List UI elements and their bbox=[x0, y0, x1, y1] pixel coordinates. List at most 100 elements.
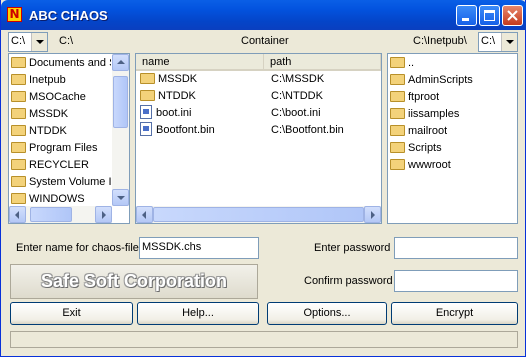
right-folder-tree[interactable]: .. AdminScripts ftproot iissamples mailroot S… bbox=[387, 53, 518, 224]
left-horizontal-scrollbar[interactable] bbox=[9, 206, 112, 223]
list-item-label: Program Files bbox=[29, 142, 98, 154]
folder-icon bbox=[390, 73, 405, 85]
list-item-label: MSSDK bbox=[29, 108, 69, 120]
folder-icon bbox=[11, 124, 26, 136]
maximize-button[interactable] bbox=[479, 5, 500, 26]
folder-icon bbox=[11, 73, 26, 85]
list-item[interactable]: AdminScripts bbox=[390, 72, 473, 89]
list-item[interactable]: Program Files bbox=[11, 140, 111, 157]
confirm-password-input[interactable] bbox=[394, 270, 518, 292]
list-item-label: NTDDK bbox=[158, 90, 196, 102]
list-item-label: iissamples bbox=[408, 108, 460, 120]
folder-icon bbox=[11, 107, 26, 119]
exit-button[interactable]: Exit bbox=[10, 302, 133, 325]
folder-icon bbox=[11, 56, 26, 68]
file-icon bbox=[140, 122, 152, 137]
list-item[interactable]: ftproot bbox=[390, 89, 439, 106]
list-item-label: MSSDK bbox=[158, 73, 198, 85]
left-vertical-scrollbar[interactable] bbox=[112, 54, 129, 206]
scroll-up-button[interactable] bbox=[112, 54, 129, 71]
list-item[interactable]: mailroot bbox=[390, 123, 447, 140]
scroll-thumb[interactable] bbox=[153, 207, 364, 222]
scroll-down-button[interactable] bbox=[112, 189, 129, 206]
list-item-label: RECYCLER bbox=[29, 159, 89, 171]
list-item-label: System Volume In bbox=[29, 176, 111, 188]
brand-banner: Safe Soft Corporation bbox=[10, 264, 258, 299]
list-item-label: MSOCache bbox=[29, 91, 86, 103]
status-bar bbox=[10, 331, 518, 348]
file-icon bbox=[140, 105, 152, 120]
encrypt-button[interactable]: Encrypt bbox=[391, 302, 518, 325]
list-item[interactable]: Documents and S bbox=[11, 55, 111, 72]
list-item[interactable]: .. bbox=[390, 55, 414, 72]
list-item[interactable]: System Volume In bbox=[11, 174, 111, 191]
list-item-label: Bootfont.bin bbox=[156, 124, 215, 136]
list-item[interactable]: MSSDK bbox=[140, 71, 260, 88]
scroll-left-button[interactable] bbox=[136, 206, 153, 223]
left-drive-select[interactable]: C:\ bbox=[8, 32, 48, 52]
options-button[interactable]: Options... bbox=[267, 302, 387, 325]
close-button[interactable] bbox=[502, 5, 523, 26]
chevron-down-icon[interactable] bbox=[31, 33, 47, 51]
column-header-name[interactable]: name bbox=[136, 54, 264, 71]
file-path-cell: C:\boot.ini bbox=[271, 107, 321, 119]
enter-password-label: Enter password bbox=[314, 242, 391, 254]
enter-password-input[interactable] bbox=[394, 237, 518, 259]
list-item[interactable]: MSOCache bbox=[11, 89, 111, 106]
column-header-path[interactable]: path bbox=[264, 54, 381, 71]
list-item-label: .. bbox=[408, 57, 415, 69]
list-item[interactable]: Scripts bbox=[390, 140, 442, 157]
list-item[interactable]: wwwroot bbox=[390, 157, 451, 174]
list-item[interactable]: Inetpub bbox=[11, 72, 111, 89]
list-item[interactable]: RECYCLER bbox=[11, 157, 111, 174]
folder-icon bbox=[140, 72, 155, 84]
list-item-label: wwwroot bbox=[408, 159, 451, 171]
left-folder-tree[interactable]: Documents and S Inetpub MSOCache MSSDK NTDDK… bbox=[8, 53, 130, 224]
folder-icon bbox=[390, 141, 405, 153]
file-path-cell: C:\Bootfont.bin bbox=[271, 124, 344, 136]
list-item[interactable]: NTDDK bbox=[140, 88, 260, 105]
folder-icon bbox=[140, 89, 155, 101]
scroll-thumb[interactable] bbox=[113, 76, 128, 128]
folder-icon bbox=[11, 141, 26, 153]
folder-icon bbox=[390, 107, 405, 119]
folder-icon bbox=[390, 90, 405, 102]
scroll-thumb[interactable] bbox=[30, 207, 72, 222]
folder-icon bbox=[11, 158, 26, 170]
list-item-label: AdminScripts bbox=[408, 74, 473, 86]
close-icon bbox=[507, 10, 518, 21]
parent-folder-icon bbox=[390, 56, 405, 68]
maximize-icon bbox=[484, 10, 495, 21]
list-item[interactable]: NTDDK bbox=[11, 123, 111, 140]
folder-icon bbox=[390, 124, 405, 136]
right-current-path: C:\Inetpub\ bbox=[413, 35, 467, 47]
left-drive-value: C:\ bbox=[11, 35, 26, 47]
list-item-label: ftproot bbox=[408, 91, 440, 103]
scroll-right-button[interactable] bbox=[95, 206, 112, 223]
list-item-label: boot.ini bbox=[156, 107, 192, 119]
folder-icon bbox=[390, 158, 405, 170]
right-drive-select[interactable]: C:\ bbox=[478, 32, 518, 52]
minimize-button[interactable] bbox=[456, 5, 477, 26]
list-item-label: WINDOWS bbox=[29, 193, 85, 205]
container-file-list[interactable]: name path MSSDK C:\MSSDK NTDDK C:\NTDDK boot… bbox=[135, 53, 382, 224]
window-title: ABC CHAOS bbox=[29, 8, 108, 23]
list-item-label: NTDDK bbox=[29, 125, 67, 137]
chevron-down-icon[interactable] bbox=[501, 33, 517, 51]
list-item[interactable]: Bootfont.bin bbox=[140, 122, 260, 139]
title-bar[interactable]: N ABC CHAOS bbox=[1, 0, 526, 30]
chaos-app-icon[interactable]: N bbox=[7, 7, 22, 22]
help-button[interactable]: Help... bbox=[137, 302, 259, 325]
scroll-right-button[interactable] bbox=[364, 206, 381, 223]
right-drive-value: C:\ bbox=[481, 35, 496, 47]
scroll-left-button[interactable] bbox=[9, 206, 26, 223]
confirm-password-label: Confirm password bbox=[304, 275, 393, 287]
chaos-file-label: Enter name for chaos-file bbox=[16, 242, 139, 254]
list-item[interactable]: MSSDK bbox=[11, 106, 111, 123]
folder-icon bbox=[11, 175, 26, 187]
list-item[interactable]: iissamples bbox=[390, 106, 459, 123]
chaos-file-input[interactable]: MSSDK.chs bbox=[139, 237, 259, 259]
center-horizontal-scrollbar[interactable] bbox=[136, 206, 381, 223]
main-window: N ABC CHAOS C:\ C:\ Container C:\Inetpub… bbox=[0, 0, 526, 357]
list-item[interactable]: boot.ini bbox=[140, 105, 260, 122]
